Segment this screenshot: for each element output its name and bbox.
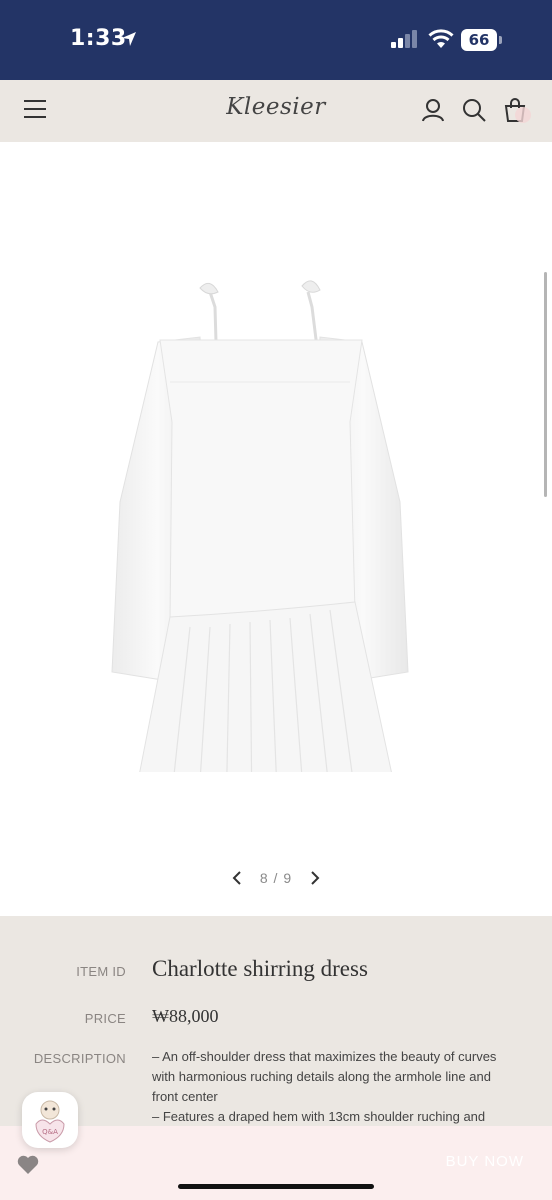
qna-badge-icon: Q&A: [35, 1100, 65, 1143]
site-header: Kleesier: [0, 80, 552, 142]
battery-icon: 66: [461, 29, 497, 51]
status-bar: 1:33 66: [0, 0, 552, 80]
battery-cap: [499, 36, 502, 44]
qna-badge[interactable]: Q&A: [22, 1092, 78, 1148]
svg-text:Q&A: Q&A: [42, 1128, 58, 1136]
product-image: [111, 280, 409, 772]
price-label: PRICE: [84, 1011, 126, 1026]
location-arrow-icon: [122, 32, 136, 46]
description-line: – An off-shoulder dress that maximizes t…: [152, 1049, 497, 1064]
wifi-icon: [428, 29, 454, 48]
status-time: 1:33: [70, 26, 127, 51]
scrollbar[interactable]: [544, 272, 547, 497]
product-description: – An off-shoulder dress that maximizes t…: [152, 1047, 522, 1127]
heart-icon[interactable]: [16, 1154, 40, 1176]
description-line: with harmonious ruching details along th…: [152, 1069, 491, 1084]
signal-icon: [391, 30, 417, 48]
search-icon[interactable]: [461, 97, 487, 123]
description-line: front center: [152, 1089, 218, 1104]
price-value: ₩88,000: [152, 1006, 219, 1026]
buy-now-button[interactable]: BUY NOW: [446, 1153, 524, 1170]
bottom-action-bar: BUY NOW: [0, 1126, 552, 1200]
description-label: DESCRIPTION: [33, 1051, 126, 1066]
gallery-nav: 8 / 9: [0, 867, 552, 891]
description-line: – Features a draped hem with 13cm should…: [152, 1109, 486, 1124]
chevron-right-icon[interactable]: [308, 869, 322, 887]
page-indicator: 8 / 9: [259, 870, 293, 886]
product-name: Charlotte shirring dress: [152, 956, 368, 981]
item-id-label: ITEM ID: [76, 964, 126, 979]
product-gallery[interactable]: 8 / 9: [0, 142, 552, 916]
user-icon[interactable]: [420, 97, 446, 123]
home-indicator: [178, 1184, 374, 1189]
cart-badge: [515, 107, 531, 123]
chevron-left-icon[interactable]: [230, 869, 244, 887]
